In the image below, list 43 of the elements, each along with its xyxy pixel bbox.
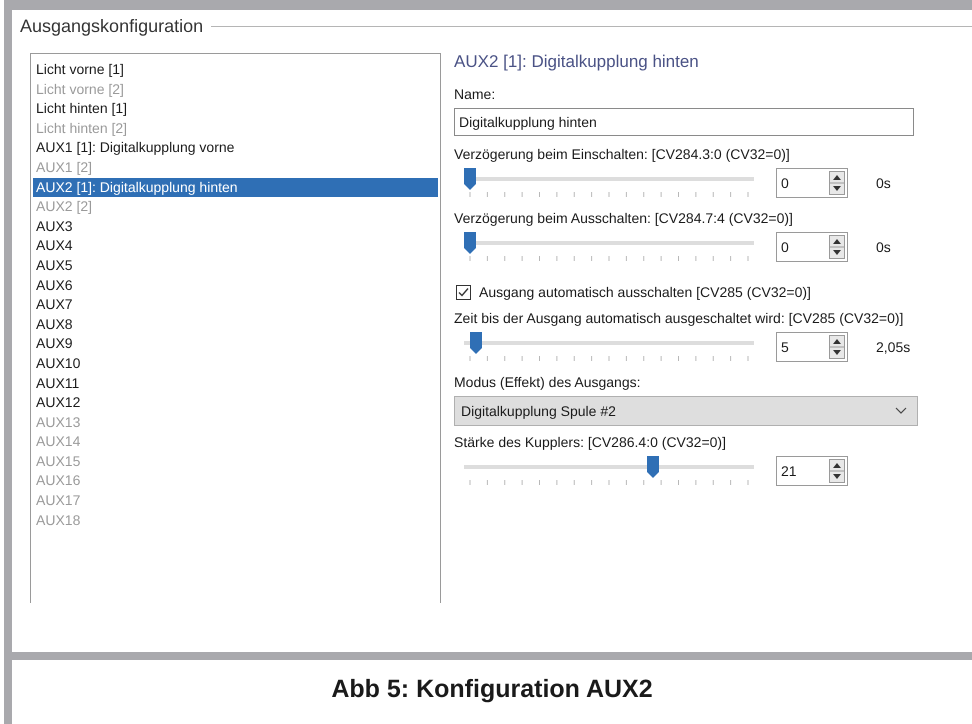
value-reading: 2,05s (876, 339, 910, 355)
group-title: Ausgangskonfiguration (20, 16, 204, 37)
list-item[interactable]: AUX1 [1]: Digitalkupplung vorne (33, 138, 438, 158)
field-label: Modus (Effekt) des Ausgangs: (454, 374, 642, 390)
mode-dropdown[interactable]: Digitalkupplung Spule #2 (454, 396, 918, 426)
slider-thumb[interactable] (647, 456, 660, 478)
value-reading: 0s (876, 239, 891, 255)
number-field[interactable]: 21 (776, 456, 848, 486)
list-item[interactable]: Licht hinten [1] (33, 99, 438, 119)
number-field[interactable]: 0 (776, 168, 848, 198)
spinner-icon[interactable] (829, 235, 845, 259)
list-item[interactable]: AUX12 (33, 393, 438, 413)
chevron-down-icon (895, 407, 907, 415)
slider-thumb[interactable] (470, 332, 482, 354)
name-field[interactable]: Digitalkupplung hinten (454, 108, 914, 136)
list-item[interactable]: AUX7 (33, 295, 438, 315)
list-item[interactable]: AUX5 (33, 256, 438, 276)
number-field[interactable]: 0 (776, 232, 848, 262)
spinner-icon[interactable] (829, 335, 845, 359)
field-label: Verzögerung beim Ausschalten: [CV284.7:4 (CV32=0)] (454, 210, 794, 226)
list-item[interactable]: AUX4 (33, 236, 438, 256)
list-item[interactable]: AUX2 [1]: Digitalkupplung hinten (33, 178, 438, 198)
list-item[interactable]: AUX6 (33, 276, 438, 296)
list-item[interactable]: AUX10 (33, 354, 438, 374)
checkbox-label: Ausgang automatisch ausschalten [CV285 (CV32=0)] (479, 284, 811, 300)
list-item[interactable]: AUX9 (33, 334, 438, 354)
spinner-icon[interactable] (829, 171, 845, 195)
list-item[interactable]: Licht vorne [1] (33, 60, 438, 80)
field-label: Verzögerung beim Einschalten: [CV284.3:0 (CV32=0)] (454, 146, 791, 162)
section-title: AUX2 [1]: Digitalkupplung hinten (454, 52, 700, 72)
value-reading: 0s (876, 175, 891, 191)
figure-caption: Abb 5: Konfiguration AUX2 (330, 674, 654, 704)
list-item[interactable]: AUX3 (33, 216, 438, 236)
list-item[interactable]: AUX11 (33, 374, 438, 394)
slider-thumb[interactable] (464, 232, 476, 254)
number-field[interactable]: 5 (776, 332, 848, 362)
checkbox[interactable] (456, 284, 471, 300)
field-label: Stärke des Kupplers: [CV286.4:0 (CV32=0)] (454, 434, 727, 450)
field-label: Zeit bis der Ausgang automatisch ausgeschaltet wird: [CV285 (CV32=0)] (454, 310, 904, 326)
field-label: Name: (454, 86, 496, 102)
spinner-icon[interactable] (829, 459, 845, 483)
slider-thumb[interactable] (464, 168, 476, 190)
list-item[interactable]: AUX8 (33, 314, 438, 334)
